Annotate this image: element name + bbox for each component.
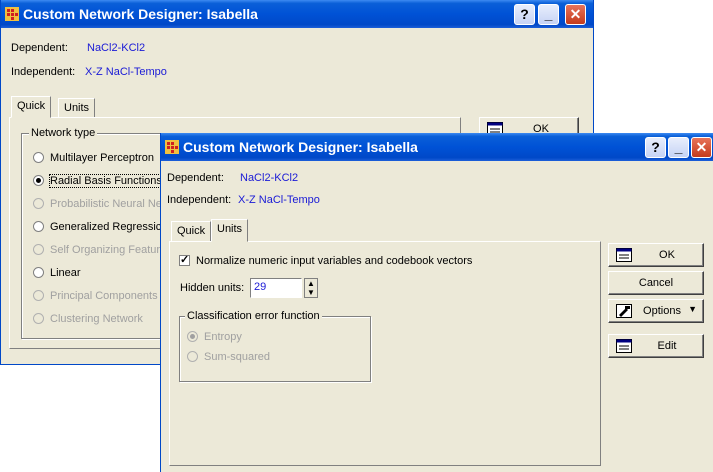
back-title-bar[interactable]: Custom Network Designer: Isabella ? _ ✕ bbox=[1, 0, 593, 28]
app-icon bbox=[5, 7, 19, 21]
back-dependent-value[interactable]: NaCl2-KCl2 bbox=[87, 42, 145, 54]
radio-dot bbox=[187, 331, 198, 342]
back-tab-quick[interactable]: Quick bbox=[11, 96, 52, 118]
network-type-title: Network type bbox=[29, 127, 98, 139]
front-close-button[interactable]: ✕ bbox=[691, 137, 712, 158]
spin-down-icon[interactable]: ▼ bbox=[307, 289, 315, 297]
front-independent-label: Independent: bbox=[167, 194, 232, 206]
radio-dot bbox=[33, 313, 44, 324]
options-button[interactable]: Options ▼ bbox=[608, 299, 704, 323]
front-window-title: Custom Network Designer: Isabella bbox=[183, 139, 418, 155]
radio-linear[interactable]: Linear bbox=[33, 267, 81, 279]
normalize-label: Normalize numeric input variables and co… bbox=[196, 255, 473, 267]
radio-dot bbox=[33, 267, 44, 278]
radio-sum-squared: Sum-squared bbox=[187, 351, 270, 363]
back-independent-value[interactable]: X-Z NaCl-Tempo bbox=[85, 66, 167, 78]
back-independent-label: Independent: bbox=[11, 66, 76, 78]
radio-dot bbox=[33, 290, 44, 301]
radio-radial-basis-functions[interactable]: Radial Basis Functions bbox=[33, 174, 163, 188]
front-tab-quick[interactable]: Quick bbox=[171, 221, 212, 241]
ok-button[interactable]: OK bbox=[608, 243, 704, 267]
classification-error-title: Classification error function bbox=[185, 310, 322, 322]
normalize-checkbox[interactable]: Normalize numeric input variables and co… bbox=[179, 253, 473, 267]
front-title-bar[interactable]: Custom Network Designer: Isabella ? _ ✕ bbox=[161, 133, 713, 161]
front-minimize-button[interactable]: _ bbox=[668, 137, 689, 158]
front-dependent-value[interactable]: NaCl2-KCl2 bbox=[240, 172, 298, 184]
spin-up-icon[interactable]: ▲ bbox=[307, 280, 315, 288]
hidden-units-input[interactable]: 29 bbox=[250, 278, 302, 298]
radio-generalized-regression[interactable]: Generalized Regressic bbox=[33, 221, 161, 233]
radio-entropy: Entropy bbox=[187, 331, 242, 343]
front-independent-value[interactable]: X-Z NaCl-Tempo bbox=[238, 194, 320, 206]
app-icon bbox=[165, 140, 179, 154]
radio-dot bbox=[33, 198, 44, 209]
back-window-title: Custom Network Designer: Isabella bbox=[23, 6, 258, 22]
chevron-down-icon: ▼ bbox=[688, 304, 697, 314]
hidden-units-spinner[interactable]: ▲ ▼ bbox=[304, 278, 318, 298]
back-close-button[interactable]: ✕ bbox=[565, 4, 586, 25]
front-tab-units[interactable]: Units bbox=[211, 219, 249, 242]
radio-clustering-network: Clustering Network bbox=[33, 313, 143, 325]
radio-dot bbox=[33, 175, 44, 186]
radio-dot bbox=[33, 221, 44, 232]
radio-dot bbox=[33, 244, 44, 255]
radio-multilayer-perceptron[interactable]: Multilayer Perceptron bbox=[33, 152, 154, 164]
back-help-button[interactable]: ? bbox=[514, 4, 535, 25]
back-tab-units[interactable]: Units bbox=[58, 98, 96, 118]
radio-probabilistic-neural-network: Probabilistic Neural Ne bbox=[33, 198, 162, 210]
normalize-checkbox-box bbox=[179, 253, 190, 266]
hidden-units-label: Hidden units: bbox=[180, 282, 245, 294]
front-help-button[interactable]: ? bbox=[645, 137, 666, 158]
radio-dot bbox=[33, 152, 44, 163]
front-dependent-label: Dependent: bbox=[167, 172, 224, 184]
front-dialog: Custom Network Designer: Isabella ? _ ✕ … bbox=[160, 133, 713, 472]
radio-dot bbox=[187, 351, 198, 362]
edit-button[interactable]: Edit bbox=[608, 334, 704, 358]
cancel-button[interactable]: Cancel bbox=[608, 271, 704, 295]
radio-self-organizing-feature-map: Self Organizing Featur bbox=[33, 244, 160, 256]
back-minimize-button[interactable]: _ bbox=[538, 4, 559, 25]
radio-principal-components: Principal Components bbox=[33, 290, 158, 302]
classification-error-group bbox=[179, 316, 371, 382]
back-dependent-label: Dependent: bbox=[11, 42, 68, 54]
